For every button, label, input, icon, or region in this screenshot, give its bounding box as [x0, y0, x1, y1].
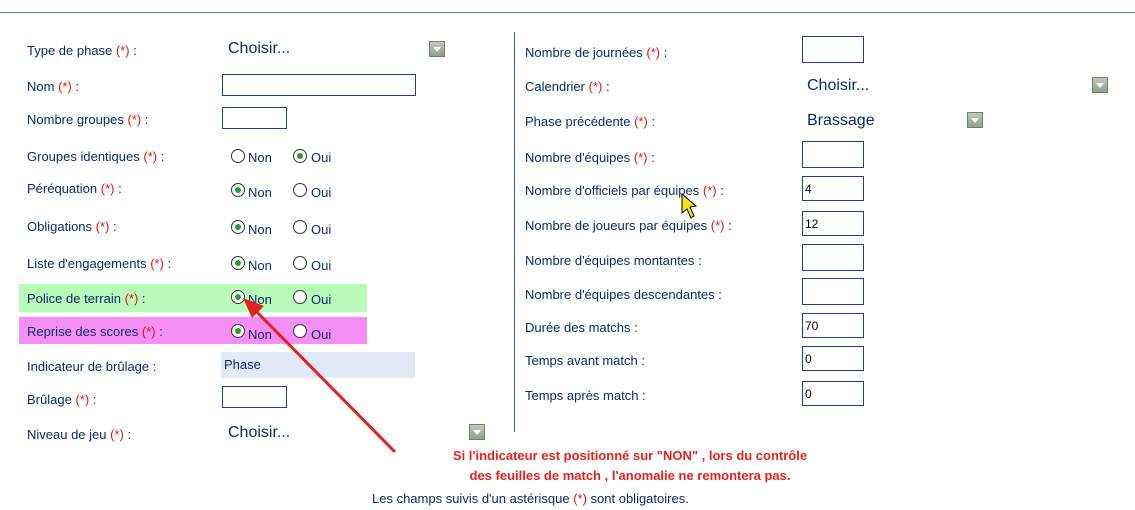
annotation-note-line2: des feuilles de match , l'anomalie ne re…	[469, 468, 791, 483]
annotation-note-line1: Si l'indicateur est positionné sur "NON"…	[452, 448, 808, 463]
annotation-arrow-line	[252, 307, 397, 454]
required-fields-footnote: Les champs suivis d'un astérisque (*) so…	[372, 491, 689, 506]
mouse-cursor-icon	[681, 192, 698, 219]
annotation-overlay	[243, 192, 698, 454]
